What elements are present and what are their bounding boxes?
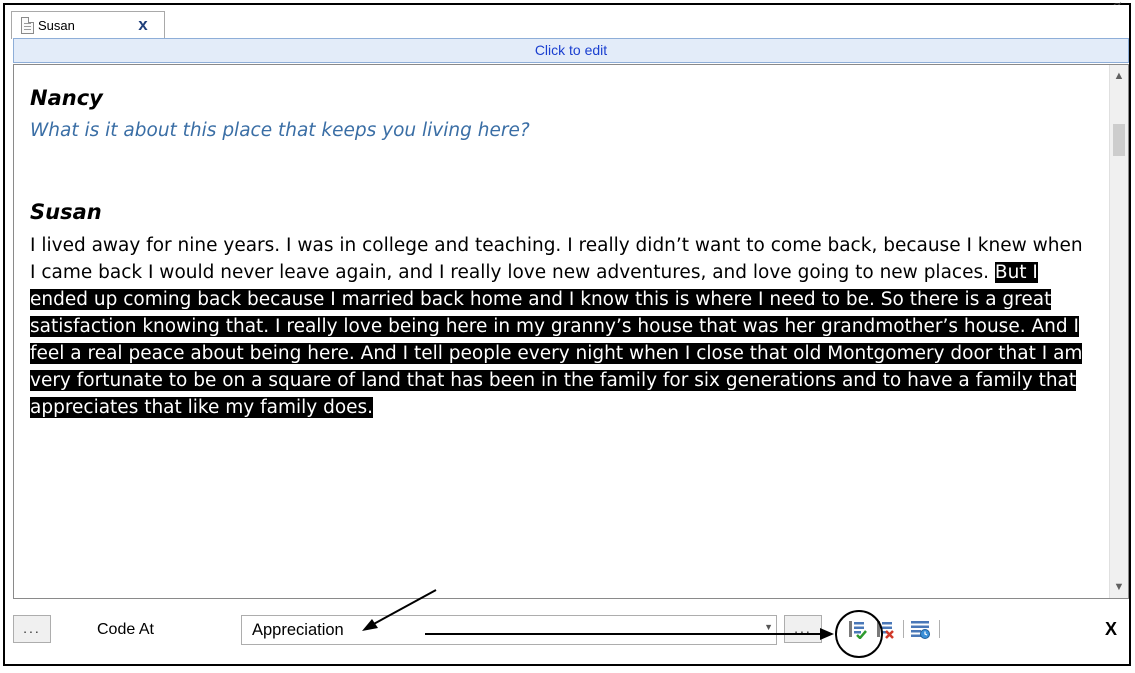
document-content: Nancy What is it about this place that k… [30, 84, 1090, 421]
vertical-scrollbar[interactable]: ▲ ▼ [1109, 65, 1128, 598]
code-at-bar: ... Code At Appreciation ▼ ... X [5, 605, 1129, 663]
answer-selected-text[interactable]: But I ended up coming back because I mar… [30, 262, 1083, 418]
click-to-edit-bar[interactable]: Click to edit [13, 38, 1129, 63]
speaker-heading-nancy: Nancy [30, 86, 103, 110]
code-selection-icon[interactable] [847, 619, 867, 639]
document-text-area[interactable]: Nancy What is it about this place that k… [13, 64, 1129, 599]
interview-question: What is it about this place that keeps y… [30, 120, 530, 141]
document-icon [21, 17, 34, 34]
toolbar-separator [903, 620, 904, 638]
recent-codes-icon[interactable] [910, 619, 930, 639]
tab-susan[interactable]: Susan x [11, 11, 165, 39]
combobox-dropdown-icon[interactable]: ▼ [764, 622, 773, 632]
browse-codes-button[interactable]: ... [784, 615, 822, 643]
answer-unselected-text: I lived away for nine years. I was in co… [30, 235, 1083, 283]
select-code-button[interactable]: ... [13, 615, 51, 643]
tab-strip: Susan x [5, 5, 1129, 39]
close-code-bar-button[interactable]: X [1105, 619, 1117, 640]
code-name-value: Appreciation [252, 621, 344, 639]
scrollbar-thumb[interactable] [1113, 124, 1125, 156]
speaker-heading-susan: Susan [30, 200, 102, 224]
interview-answer[interactable]: I lived away for nine years. I was in co… [30, 232, 1090, 421]
tab-close-icon[interactable]: x [132, 15, 154, 35]
detail-view-frame: g. Susan x Click to edit Nancy What is i… [3, 0, 1131, 666]
uncode-selection-icon[interactable] [875, 619, 895, 639]
code-at-label: Code At [97, 621, 154, 638]
scroll-down-arrow-icon[interactable]: ▼ [1110, 578, 1128, 596]
tab-label: Susan [38, 18, 75, 33]
code-name-combobox[interactable]: Appreciation ▼ [241, 615, 777, 645]
scroll-up-arrow-icon[interactable]: ▲ [1110, 67, 1128, 85]
toolbar-separator [939, 620, 940, 638]
